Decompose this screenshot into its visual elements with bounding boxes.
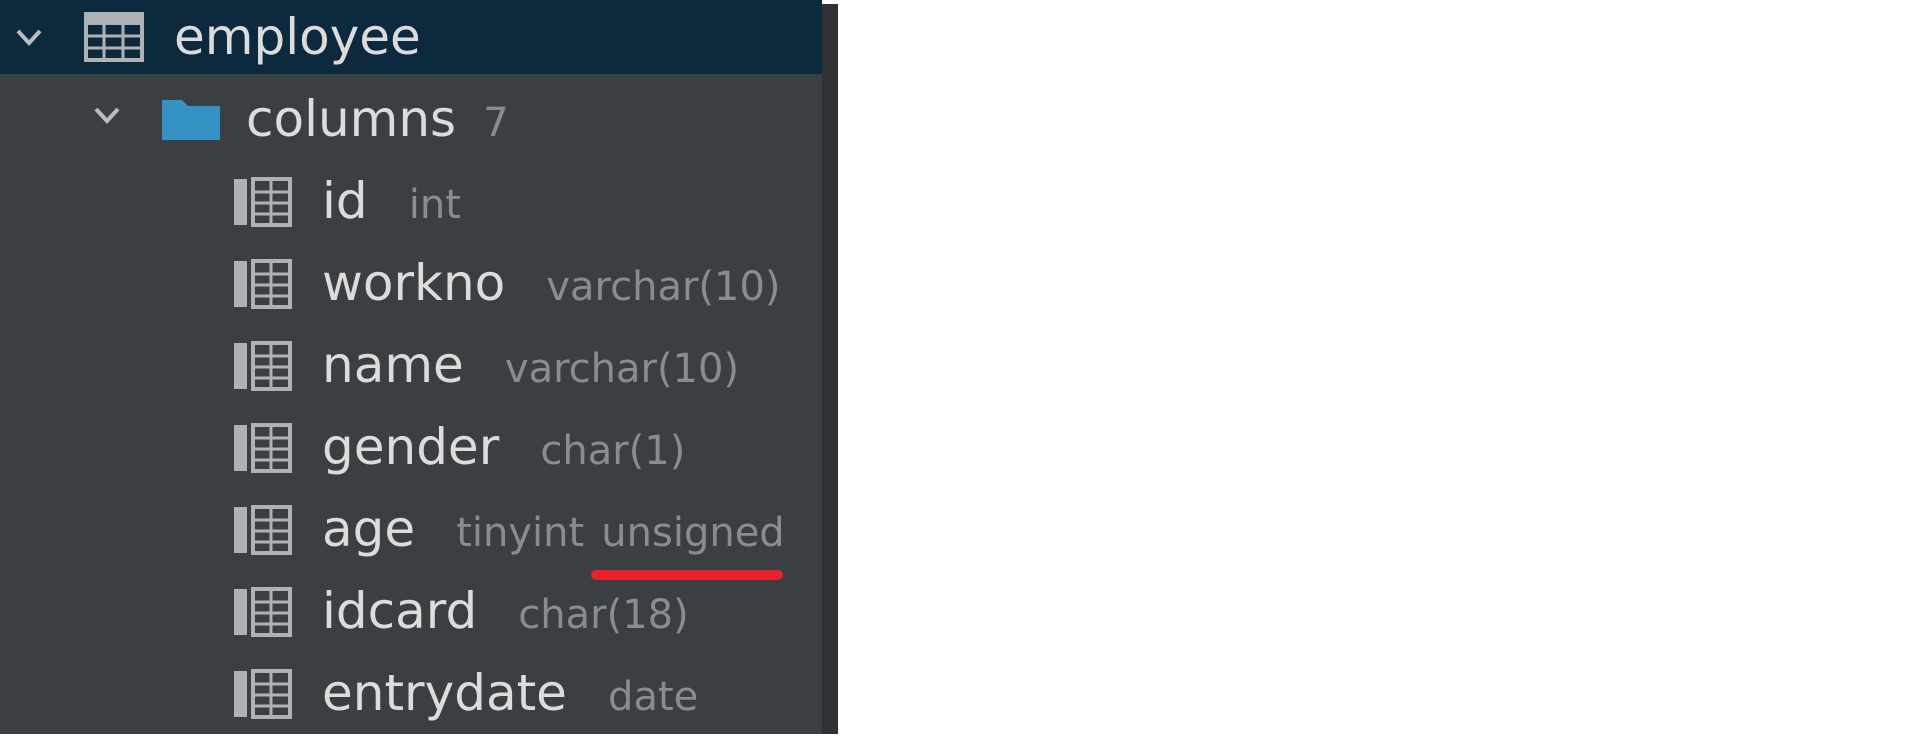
column-type: char(18) bbox=[518, 592, 689, 638]
columns-count: 7 bbox=[483, 100, 509, 146]
tree-node-column[interactable]: gender char(1) bbox=[0, 406, 822, 488]
column-name: age bbox=[322, 500, 416, 558]
chevron-down-icon[interactable] bbox=[14, 22, 44, 52]
column-name: id bbox=[322, 172, 368, 230]
tree-node-column[interactable]: age tinyint unsigned bbox=[0, 488, 822, 580]
columns-folder-label: columns bbox=[246, 90, 457, 148]
column-icon bbox=[234, 259, 292, 309]
tree-node-column[interactable]: workno varchar(10) bbox=[0, 242, 822, 324]
column-name: gender bbox=[322, 418, 500, 476]
panel-border[interactable] bbox=[822, 4, 838, 734]
column-icon bbox=[234, 177, 292, 227]
column-icon bbox=[234, 587, 292, 637]
column-name: idcard bbox=[322, 582, 478, 640]
column-type: int bbox=[408, 182, 461, 228]
tree-node-table-employee[interactable]: employee bbox=[0, 0, 822, 74]
column-name: entrydate bbox=[322, 664, 567, 722]
tree-node-column[interactable]: entrydate date bbox=[0, 652, 822, 734]
column-icon bbox=[234, 669, 292, 719]
column-icon bbox=[234, 423, 292, 473]
table-icon bbox=[84, 12, 144, 62]
column-type: date bbox=[608, 674, 699, 720]
tree-node-column[interactable]: id int bbox=[0, 160, 822, 242]
column-type: varchar(10) bbox=[546, 264, 781, 310]
tree-node-column[interactable]: idcard char(18) bbox=[0, 570, 822, 652]
column-type-unsigned: unsigned bbox=[591, 492, 785, 580]
folder-icon bbox=[162, 100, 220, 140]
tree-node-columns-folder[interactable]: columns 7 bbox=[0, 78, 822, 160]
column-icon bbox=[234, 341, 292, 391]
database-tree-panel: employee columns 7 id int workno varchar… bbox=[0, 0, 838, 734]
chevron-down-icon[interactable] bbox=[92, 100, 122, 130]
table-name: employee bbox=[174, 8, 421, 66]
column-type: char(1) bbox=[540, 428, 686, 474]
column-type: varchar(10) bbox=[504, 346, 740, 392]
column-name: workno bbox=[322, 254, 506, 312]
column-type: tinyint bbox=[456, 510, 585, 556]
tree-node-column[interactable]: name varchar(10) bbox=[0, 324, 822, 406]
column-icon bbox=[234, 505, 292, 555]
column-name: name bbox=[322, 336, 464, 394]
